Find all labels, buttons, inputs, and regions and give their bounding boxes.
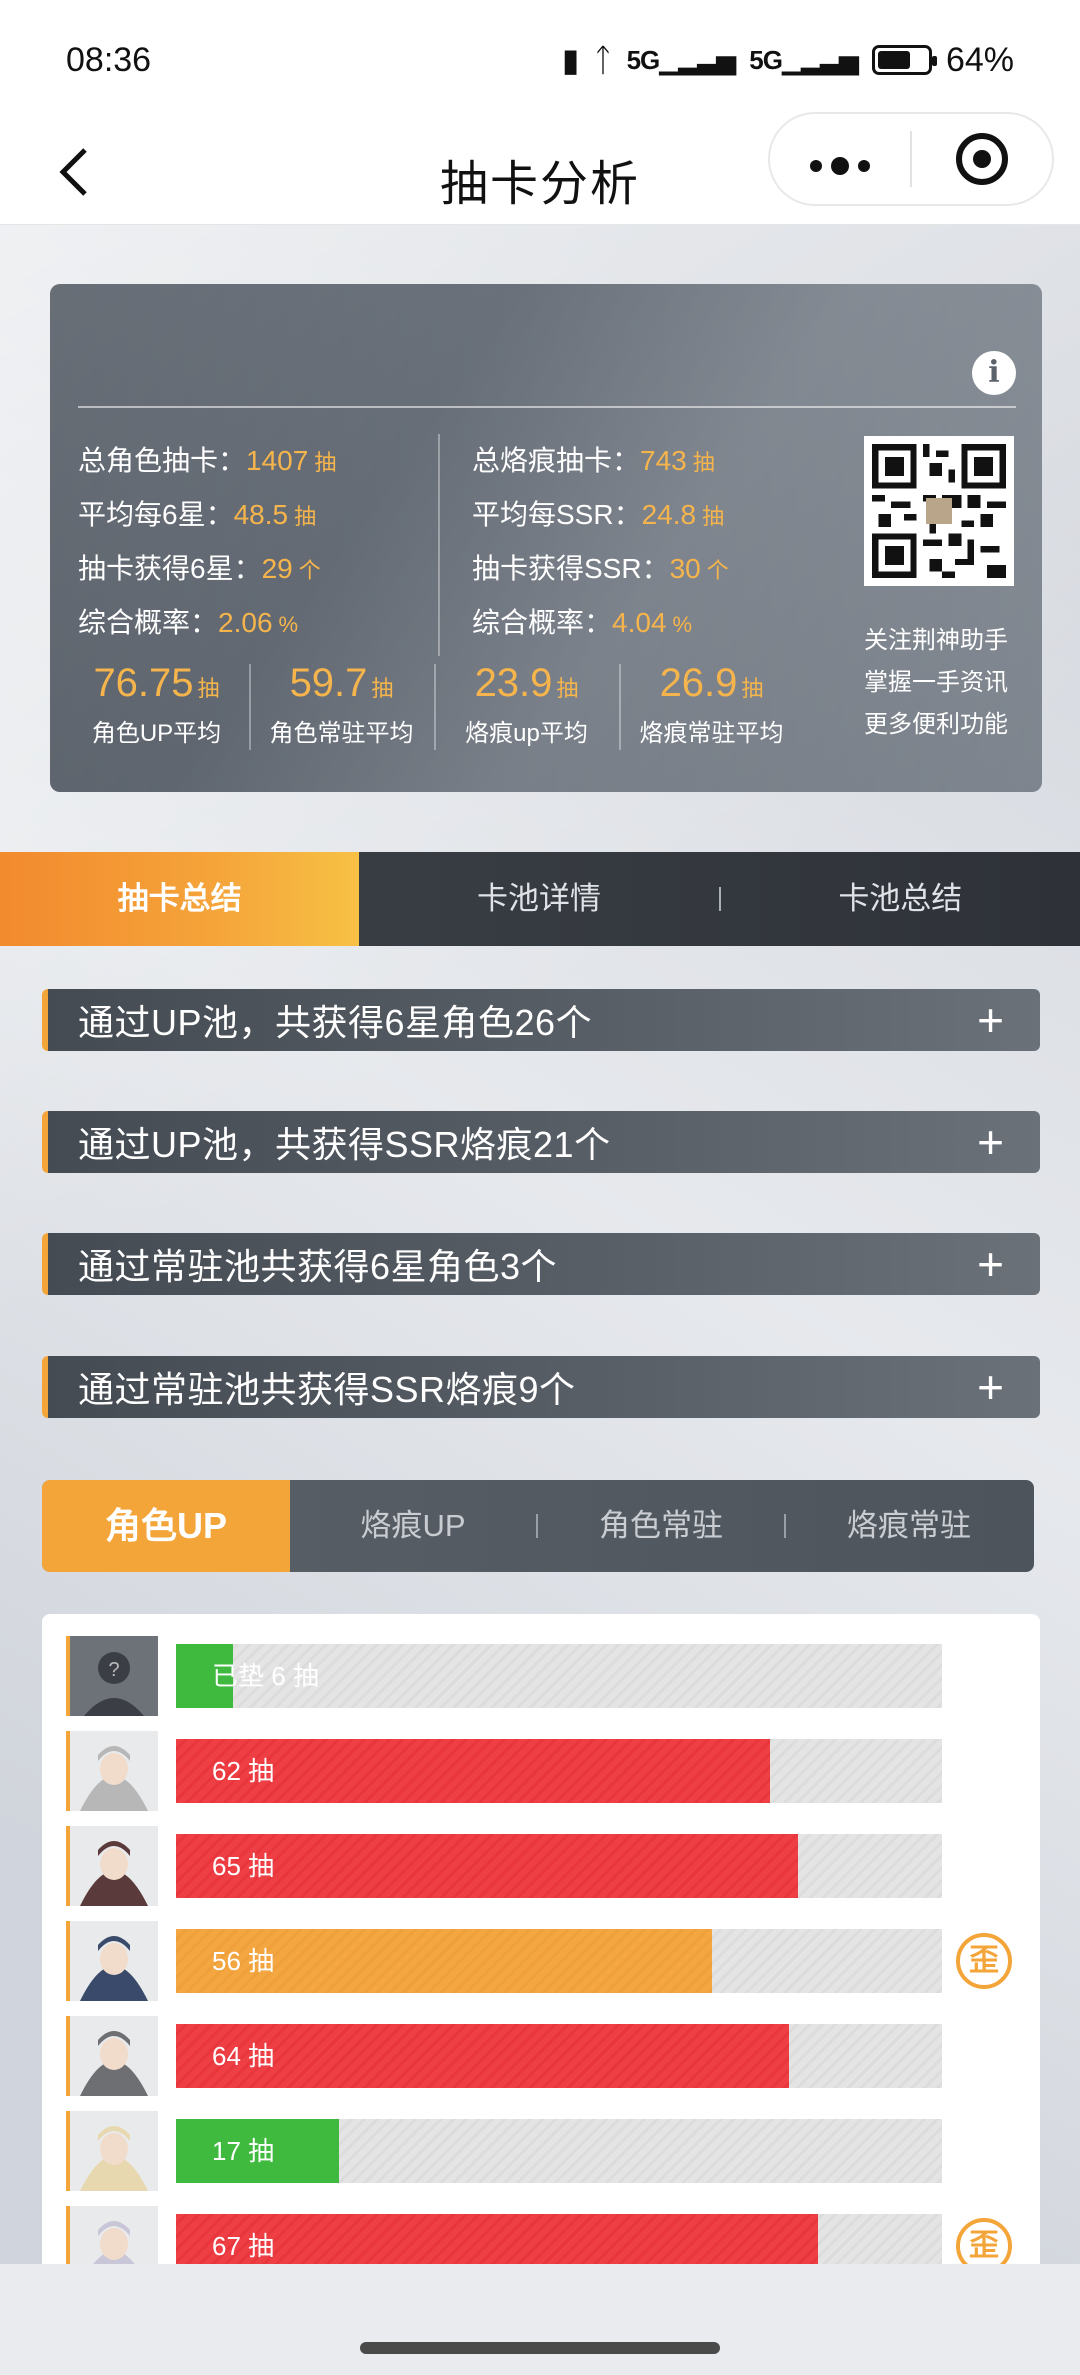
battery-percent: 64% <box>945 40 1014 79</box>
character-stats: 总角色抽卡：1407 抽 平均每6星：48.5 抽 抽卡获得6星：29 个 综合概率：… <box>78 434 336 650</box>
card-divider <box>78 406 1016 408</box>
tab-imprint-standard[interactable]: 烙痕常驻 <box>786 1480 1032 1572</box>
pull-bar-track: 17 抽 <box>176 2119 942 2183</box>
pull-row[interactable]: 56 抽 歪 <box>66 1921 1016 2001</box>
pull-bar-track: 64 抽 <box>176 2024 942 2088</box>
character-portrait-icon <box>70 2016 158 2096</box>
pull-count-label: 56 抽 <box>212 1946 275 1976</box>
tab-pool-summary[interactable]: 卡池总结 <box>721 852 1080 946</box>
character-portrait-icon <box>70 1826 158 1906</box>
character-avatar <box>66 2111 158 2191</box>
character-avatar <box>66 1731 158 1811</box>
stat-row: 综合概率：4.04% <box>472 607 693 638</box>
character-avatar <box>66 2206 158 2264</box>
signal-icon: 5G▁▂▃▅ <box>626 44 737 75</box>
pull-bar-track: 62 抽 <box>176 1739 942 1803</box>
character-portrait-icon <box>70 2111 158 2191</box>
vibrate-icon: ▮ <box>561 42 580 78</box>
pull-count-label: 65 抽 <box>212 1851 275 1881</box>
stat-row: 综合概率：2.06% <box>78 607 299 638</box>
pull-bar-track: 67 抽 <box>176 2214 942 2264</box>
character-avatar <box>66 1826 158 1906</box>
imprint-stats: 总烙痕抽卡：743 抽 平均每SSR：24.8 抽 抽卡获得SSR：30 个 综合概率… <box>472 434 729 650</box>
qr-code <box>864 436 1014 586</box>
pull-bar-track: 已垫 6 抽 <box>176 1644 942 1708</box>
off-banner-badge: 歪 <box>956 1933 1012 1989</box>
character-portrait-icon <box>70 1921 158 2001</box>
status-bar: 08:36 ▮ ᛏ 5G▁▂▃▅ 5G▁▂▃▅ 64% <box>0 0 1080 120</box>
stat-row: 总角色抽卡：1407 抽 <box>78 445 337 476</box>
bluetooth-icon: ᛏ <box>593 41 613 78</box>
stats-card: i 总角色抽卡：1407 抽 平均每6星：48.5 抽 抽卡获得6星：29 个 综合概… <box>50 284 1042 792</box>
more-button[interactable] <box>770 134 910 184</box>
battery-icon <box>871 45 937 75</box>
stats-divider <box>438 434 440 656</box>
accordion-item[interactable]: 通过常驻池共获得SSR烙痕9个 + <box>42 1356 1040 1418</box>
average-item: 23.9 抽 烙痕up平均 <box>434 656 619 766</box>
pool-type-tabs: 角色UP 烙痕UP 角色常驻 烙痕常驻 <box>42 1480 1034 1572</box>
average-item: 59.7 抽 角色常驻平均 <box>249 656 434 766</box>
tab-character-up[interactable]: 角色UP <box>42 1480 290 1572</box>
main-tabs: 抽卡总结 卡池详情 卡池总结 <box>0 852 1080 946</box>
stat-row: 平均每SSR：24.8 抽 <box>472 499 725 530</box>
info-icon[interactable]: i <box>972 351 1016 395</box>
character-portrait-icon <box>70 1731 158 1811</box>
pull-history-list: ? 已垫 6 抽 62 抽 65 抽 56 抽歪 64 抽 17 抽 67 抽歪 <box>42 1614 1040 2264</box>
character-avatar <box>66 1921 158 2001</box>
qr-code-icon <box>872 444 1006 578</box>
average-item: 26.9 抽 烙痕常驻平均 <box>619 656 804 766</box>
status-icons: ▮ ᛏ 5G▁▂▃▅ 5G▁▂▃▅ 64% <box>562 41 1014 80</box>
pull-row[interactable]: 62 抽 <box>66 1731 1016 1811</box>
pull-count-label: 已垫 6 抽 <box>212 1661 319 1691</box>
tab-pull-summary[interactable]: 抽卡总结 <box>0 852 360 946</box>
accordion-item[interactable]: 通过常驻池共获得6星角色3个 + <box>42 1233 1040 1295</box>
character-portrait-icon <box>70 2206 158 2264</box>
pull-count-label: 67 抽 <box>212 2231 275 2261</box>
pull-row[interactable]: ? 已垫 6 抽 <box>66 1636 1016 1716</box>
pull-bar-track: 56 抽 <box>176 1929 942 1993</box>
pull-count-label: 17 抽 <box>212 2136 275 2166</box>
pull-count-label: 62 抽 <box>212 1756 275 1786</box>
accordion-item[interactable]: 通过UP池，共获得6星角色26个 + <box>42 989 1040 1051</box>
tab-imprint-up[interactable]: 烙痕UP <box>290 1480 536 1572</box>
plus-icon: + <box>977 1116 1004 1168</box>
character-avatar <box>66 2016 158 2096</box>
pull-row[interactable]: 17 抽 <box>66 2111 1016 2191</box>
mini-program-capsule <box>768 112 1054 206</box>
stat-row: 抽卡获得SSR：30 个 <box>472 553 729 584</box>
plus-icon: + <box>977 1238 1004 1290</box>
stat-row: 总烙痕抽卡：743 抽 <box>472 445 715 476</box>
more-dots-icon <box>810 157 870 175</box>
pull-bar-track: 65 抽 <box>176 1834 942 1898</box>
pull-row[interactable]: 64 抽 <box>66 2016 1016 2096</box>
pull-count-label: 64 抽 <box>212 2041 275 2071</box>
pull-row[interactable]: 67 抽 歪 <box>66 2206 1016 2264</box>
accordion-item[interactable]: 通过UP池，共获得SSR烙痕21个 + <box>42 1111 1040 1173</box>
svg-text:?: ? <box>108 1659 119 1681</box>
unknown-character-avatar: ? <box>66 1636 158 1716</box>
tab-character-standard[interactable]: 角色常驻 <box>538 1480 784 1572</box>
plus-icon: + <box>977 994 1004 1046</box>
plus-icon: + <box>977 1361 1004 1413</box>
stat-row: 平均每6星：48.5 抽 <box>78 499 317 530</box>
average-row: 76.75 抽 角色UP平均 59.7 抽 角色常驻平均 23.9 抽 烙痕up平均 … <box>64 656 864 766</box>
stat-row: 抽卡获得6星：29 个 <box>78 553 321 584</box>
close-button[interactable] <box>912 133 1052 185</box>
off-banner-badge: 歪 <box>956 2218 1012 2264</box>
nav-bar: 抽卡分析 <box>0 112 1080 225</box>
tab-pool-details[interactable]: 卡池详情 <box>359 852 718 946</box>
average-item: 76.75 抽 角色UP平均 <box>91 661 222 747</box>
target-circle-icon <box>955 133 1008 185</box>
unknown-avatar-icon: ? <box>70 1636 158 1716</box>
signal-icon: 5G▁▂▃▅ <box>749 44 859 75</box>
bottom-area <box>0 2264 1080 2375</box>
qr-caption: 关注荆神助手 掌握一手资讯 更多便利功能 <box>864 627 1008 738</box>
home-indicator[interactable] <box>360 2342 720 2354</box>
status-time: 08:36 <box>66 40 152 79</box>
pull-row[interactable]: 65 抽 <box>66 1826 1016 1906</box>
